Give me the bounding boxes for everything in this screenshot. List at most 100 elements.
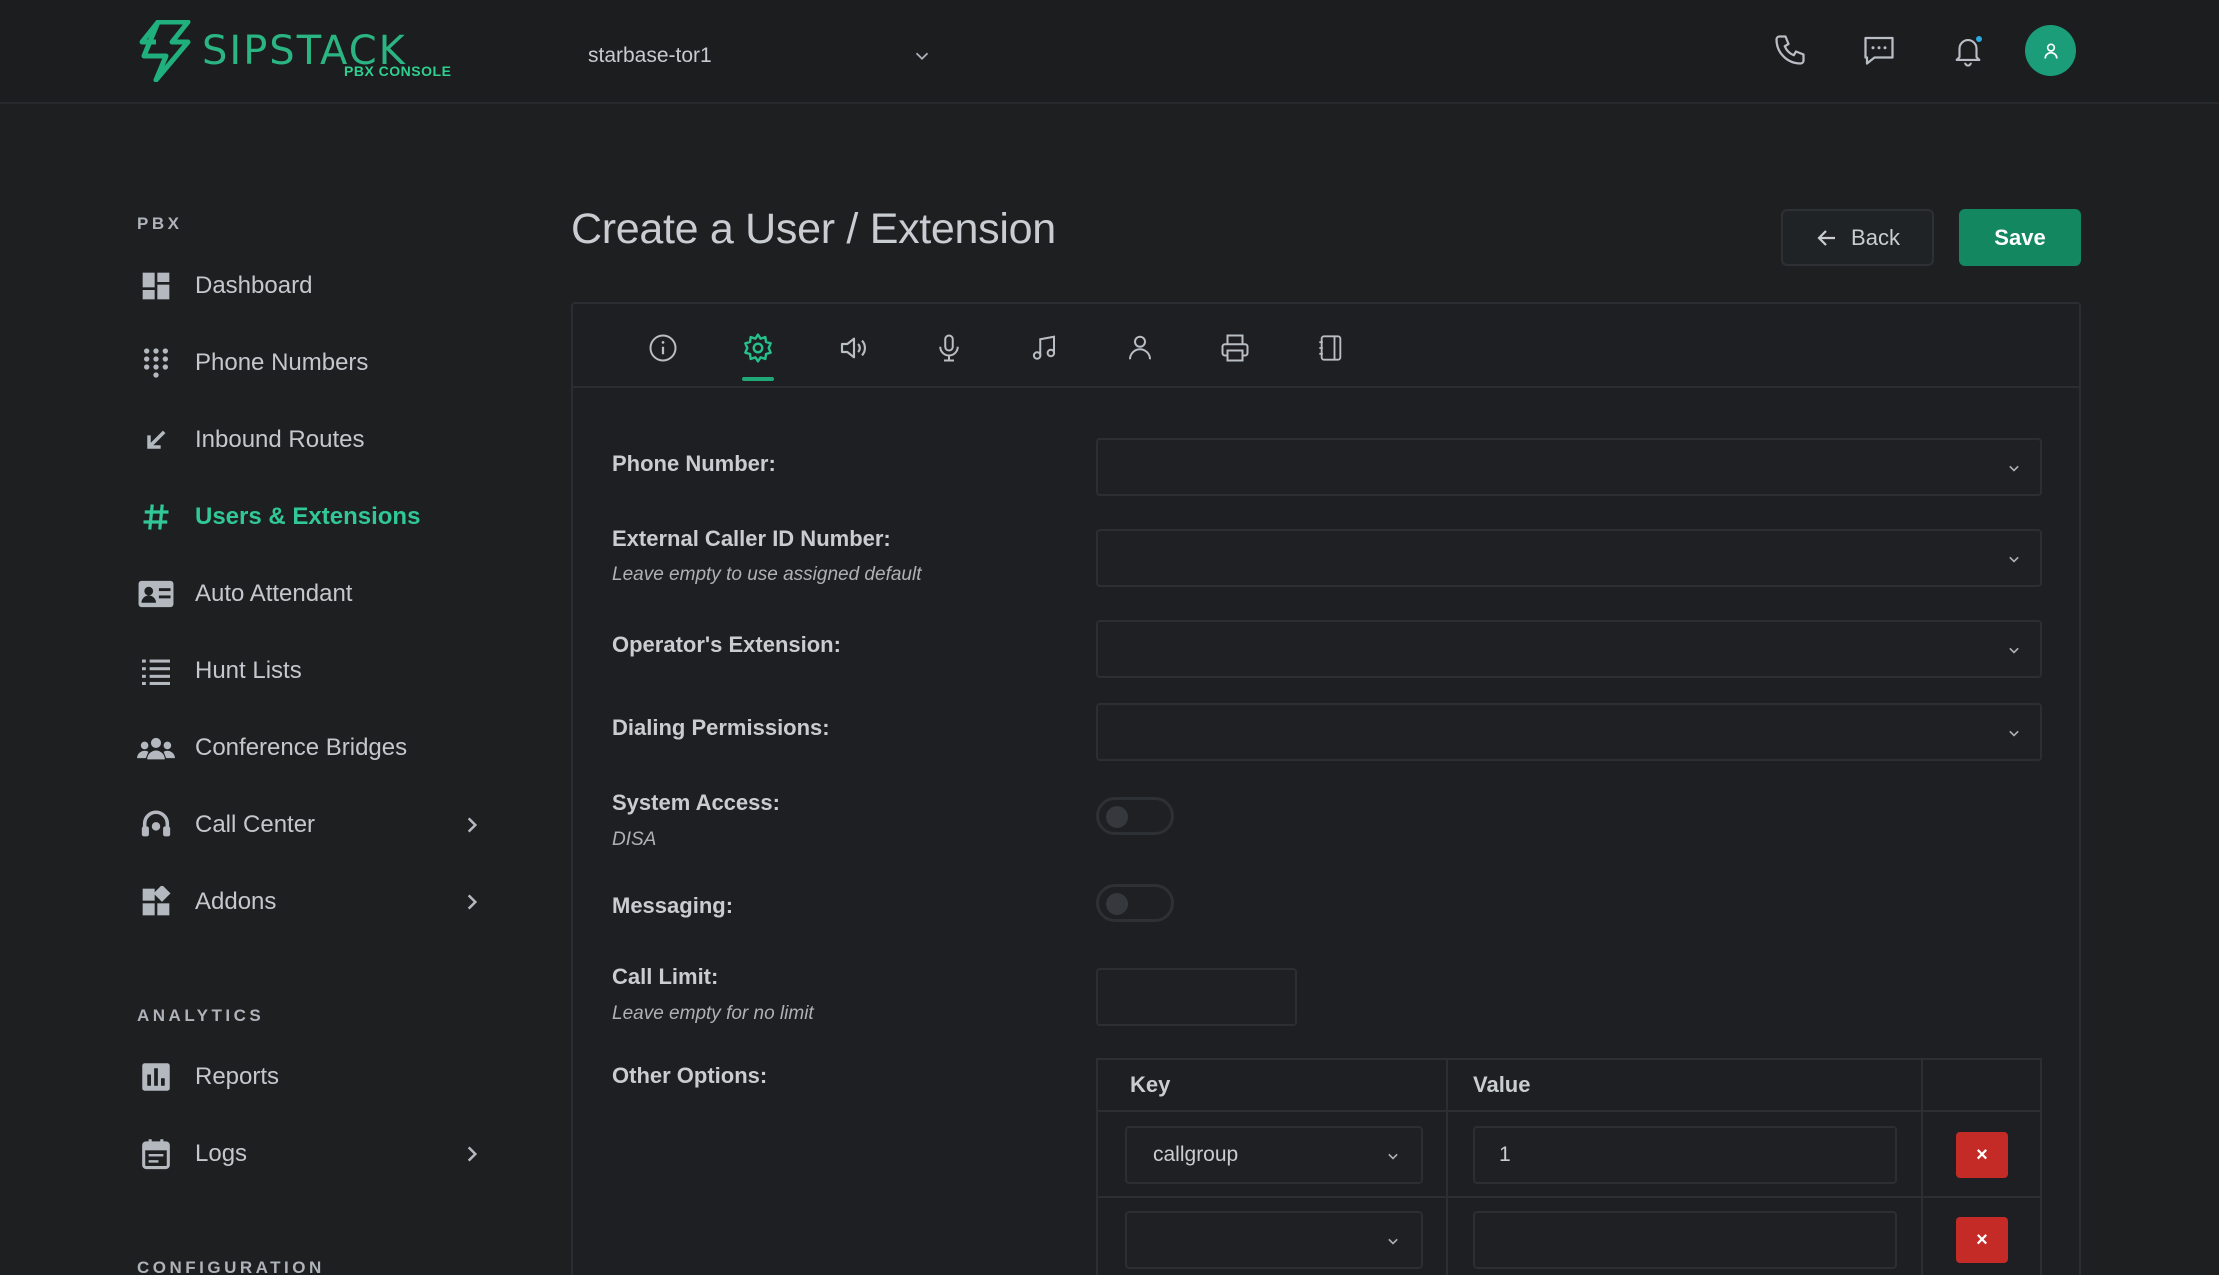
close-icon: × bbox=[1976, 1143, 1988, 1166]
sidebar-item-users-extensions[interactable]: Users & Extensions bbox=[137, 490, 492, 544]
contact-card-icon bbox=[137, 575, 175, 613]
chevron-down-icon bbox=[2009, 556, 2019, 563]
tab-settings[interactable] bbox=[736, 326, 780, 381]
save-button[interactable]: Save bbox=[1959, 209, 2081, 266]
info-icon bbox=[649, 334, 677, 362]
sidebar-item-phone-numbers[interactable]: Phone Numbers bbox=[137, 336, 492, 390]
phone-number-label: Phone Number: bbox=[612, 451, 776, 476]
external-caller-id-select[interactable] bbox=[1096, 529, 2042, 587]
tab-bar bbox=[573, 304, 2079, 388]
arrow-left-icon bbox=[1817, 229, 1836, 246]
tab-audio[interactable] bbox=[832, 326, 876, 370]
list-icon bbox=[137, 652, 175, 690]
option-key-value: callgroup bbox=[1153, 1143, 1239, 1166]
option-key-select[interactable]: callgroup bbox=[1125, 1126, 1423, 1184]
delete-row-button[interactable]: × bbox=[1956, 1217, 2008, 1263]
dashboard-icon bbox=[137, 267, 175, 305]
brand-subtitle: PBX CONSOLE bbox=[344, 63, 452, 79]
chat-icon bbox=[1864, 36, 1894, 65]
delete-row-button[interactable]: × bbox=[1956, 1132, 2008, 1178]
operator-extension-label: Operator's Extension: bbox=[612, 632, 841, 657]
back-button[interactable]: Back bbox=[1781, 209, 1934, 266]
system-access-label: System Access: bbox=[612, 790, 780, 815]
microphone-icon bbox=[939, 334, 959, 362]
music-note-icon bbox=[1032, 335, 1056, 360]
sidebar-item-reports[interactable]: Reports bbox=[137, 1050, 492, 1104]
notifications-button[interactable] bbox=[1946, 28, 1990, 72]
messaging-label: Messaging: bbox=[612, 893, 734, 918]
column-divider bbox=[1446, 1060, 1448, 1275]
option-value-text: 1 bbox=[1499, 1143, 1511, 1166]
chevron-down-icon bbox=[1388, 1238, 1398, 1245]
sidebar-item-label: Phone Numbers bbox=[195, 349, 369, 376]
call-limit-hint: Leave empty for no limit bbox=[612, 1003, 814, 1024]
operator-extension-select[interactable] bbox=[1096, 620, 2042, 678]
chevron-down-icon bbox=[2009, 730, 2019, 737]
column-header-value: Value bbox=[1473, 1072, 1531, 1097]
sidebar-item-label: Dashboard bbox=[195, 272, 313, 299]
system-access-toggle[interactable] bbox=[1096, 797, 1174, 835]
phone-number-select[interactable] bbox=[1096, 438, 2042, 496]
calendar-icon bbox=[137, 1135, 175, 1173]
phone-button[interactable] bbox=[1768, 28, 1812, 72]
phonebook-icon bbox=[1319, 335, 1342, 361]
tab-voicemail[interactable] bbox=[927, 326, 971, 370]
chevron-right-icon bbox=[467, 1146, 478, 1162]
sidebar-item-label: Call Center bbox=[195, 811, 316, 838]
bar-chart-icon bbox=[137, 1058, 175, 1096]
chevron-right-icon bbox=[467, 894, 478, 910]
messaging-toggle[interactable] bbox=[1096, 884, 1174, 922]
addons-icon bbox=[137, 883, 175, 921]
brand-logo[interactable]: SIPSTACK PBX CONSOLE bbox=[136, 20, 456, 86]
sidebar-item-addons[interactable]: Addons bbox=[137, 875, 492, 929]
notification-dot bbox=[1974, 34, 1984, 44]
chevron-down-icon bbox=[2009, 647, 2019, 654]
sidebar: PBX Dashboard Phone Numbers Inbound Rout… bbox=[0, 104, 540, 1275]
tab-fax[interactable] bbox=[1213, 326, 1257, 370]
sidebar-item-label: Auto Attendant bbox=[195, 580, 353, 607]
sidebar-item-logs[interactable]: Logs bbox=[137, 1127, 492, 1181]
server-selector[interactable]: starbase-tor1 bbox=[588, 36, 933, 76]
sidebar-item-label: Inbound Routes bbox=[195, 426, 365, 453]
section-title-pbx: PBX bbox=[137, 214, 183, 233]
tab-user[interactable] bbox=[1118, 326, 1162, 370]
external-caller-id-hint: Leave empty to use assigned default bbox=[612, 564, 922, 585]
hash-icon bbox=[137, 498, 175, 536]
sidebar-item-label: Conference Bridges bbox=[195, 734, 408, 761]
option-value-input[interactable]: 1 bbox=[1473, 1126, 1897, 1184]
sidebar-item-auto-attendant[interactable]: Auto Attendant bbox=[137, 567, 492, 621]
page-title: Create a User / Extension bbox=[571, 205, 1056, 253]
toggle-knob bbox=[1106, 893, 1128, 915]
sipstack-logo-icon bbox=[139, 20, 191, 82]
user-avatar[interactable] bbox=[2025, 25, 2076, 76]
close-icon: × bbox=[1976, 1228, 1988, 1251]
group-icon bbox=[137, 729, 175, 767]
settings-icon bbox=[744, 333, 772, 363]
sidebar-item-conference-bridges[interactable]: Conference Bridges bbox=[137, 721, 492, 775]
form-panel: Phone Number: External Caller ID Number:… bbox=[571, 302, 2081, 1275]
option-key-select[interactable] bbox=[1125, 1211, 1423, 1269]
row-divider bbox=[1098, 1196, 2040, 1198]
speaker-icon bbox=[840, 337, 866, 359]
sidebar-item-call-center[interactable]: Call Center bbox=[137, 798, 492, 852]
column-header-key: Key bbox=[1130, 1072, 1171, 1097]
chevron-down-icon bbox=[915, 52, 929, 61]
printer-icon bbox=[1221, 334, 1249, 362]
messages-button[interactable] bbox=[1857, 28, 1901, 72]
sidebar-item-hunt-lists[interactable]: Hunt Lists bbox=[137, 644, 492, 698]
tab-music[interactable] bbox=[1022, 326, 1066, 370]
call-limit-input[interactable] bbox=[1096, 968, 1297, 1026]
sidebar-item-label: Reports bbox=[195, 1063, 280, 1090]
tab-phonebook[interactable] bbox=[1309, 326, 1353, 370]
sidebar-item-dashboard[interactable]: Dashboard bbox=[137, 259, 492, 313]
sidebar-item-inbound-routes[interactable]: Inbound Routes bbox=[137, 413, 492, 467]
tab-info[interactable] bbox=[641, 326, 685, 370]
server-selector-value: starbase-tor1 bbox=[588, 44, 712, 67]
option-value-input[interactable] bbox=[1473, 1211, 1897, 1269]
dialing-permissions-select[interactable] bbox=[1096, 703, 2042, 761]
sidebar-item-label: Hunt Lists bbox=[195, 657, 302, 684]
top-bar: SIPSTACK PBX CONSOLE starbase-tor1 bbox=[0, 0, 2219, 104]
back-button-label: Back bbox=[1851, 224, 1900, 250]
system-access-hint: DISA bbox=[612, 829, 657, 850]
person-icon bbox=[1129, 335, 1151, 360]
